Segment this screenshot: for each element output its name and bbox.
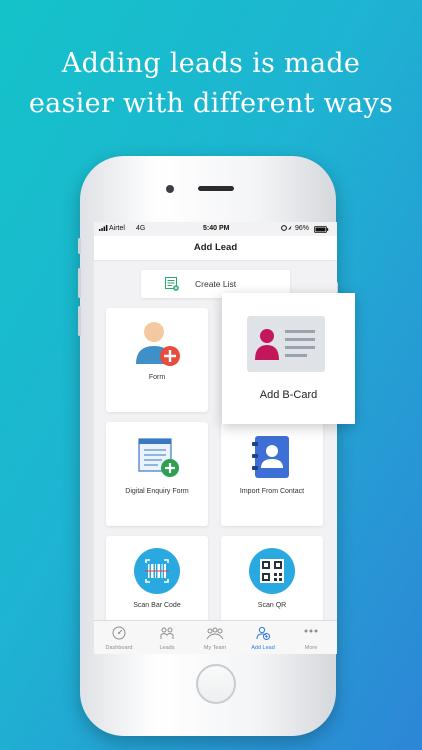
battery-icon xyxy=(314,225,329,235)
network-label: 4G xyxy=(136,225,146,232)
battery-label: 96% xyxy=(295,225,310,232)
qr-code-icon xyxy=(249,548,295,599)
headline-line-2: easier with different ways xyxy=(28,88,394,119)
tab-bar: Dashboard Leads My Team Add Lead More xyxy=(94,620,337,654)
earpiece-speaker xyxy=(198,186,234,191)
nav-bar: Add Lead xyxy=(94,236,337,261)
card-label: Scan QR xyxy=(257,602,287,609)
card-label: Import From Contact xyxy=(239,488,305,495)
tab-label: Leads xyxy=(159,645,175,651)
location-icon xyxy=(281,225,292,233)
status-bar: Airtel 4G 5:40 PM 96% xyxy=(94,222,337,236)
clock: 5:40 PM xyxy=(203,225,230,232)
headline: Adding leads is made easier with differe… xyxy=(0,44,422,124)
volume-down-button xyxy=(78,306,81,336)
add-b-card-label: Add B-Card xyxy=(259,389,318,401)
team-icon xyxy=(206,626,224,642)
tab-label: My Team xyxy=(203,645,227,651)
tab-label: More xyxy=(304,645,318,651)
digital-enquiry-form-card[interactable]: Digital Enquiry Form xyxy=(106,422,208,526)
import-from-contact-card[interactable]: Import From Contact xyxy=(221,422,323,526)
business-card-icon xyxy=(247,316,325,377)
dashboard-icon xyxy=(112,626,126,642)
headline-line-1: Adding leads is made xyxy=(61,48,361,79)
tab-label: Add Lead xyxy=(251,645,275,651)
add-b-card-card[interactable]: Add B-Card xyxy=(222,293,355,424)
list-icon xyxy=(165,277,179,293)
signal-icon xyxy=(99,225,108,233)
create-list-label: Create List xyxy=(195,279,237,289)
card-label: Form xyxy=(148,374,166,381)
tab-label: Dashboard xyxy=(105,645,133,651)
add-lead-icon xyxy=(256,626,270,642)
front-camera xyxy=(166,185,174,193)
contact-book-icon xyxy=(249,434,295,485)
barcode-icon xyxy=(134,548,180,599)
home-button[interactable] xyxy=(196,664,236,704)
tab-leads[interactable]: Leads xyxy=(143,621,191,654)
mute-switch xyxy=(78,238,81,254)
card-label: Scan Bar Code xyxy=(133,602,181,609)
tab-more[interactable]: More xyxy=(287,621,335,654)
more-icon xyxy=(304,629,318,635)
card-label: Digital Enquiry Form xyxy=(125,488,189,495)
carrier-label: Airtel xyxy=(109,225,125,232)
leads-icon xyxy=(160,626,174,642)
app-screen: Airtel 4G 5:40 PM 96% Add Lead Create Li… xyxy=(94,222,337,654)
form-add-icon xyxy=(138,438,180,483)
tab-dashboard[interactable]: Dashboard xyxy=(95,621,143,654)
page-title: Add Lead xyxy=(193,242,238,253)
tab-add-lead[interactable]: Add Lead xyxy=(239,621,287,654)
tab-my-team[interactable]: My Team xyxy=(191,621,239,654)
form-card[interactable]: Form xyxy=(106,308,208,412)
person-add-icon xyxy=(134,320,182,375)
volume-up-button xyxy=(78,268,81,298)
